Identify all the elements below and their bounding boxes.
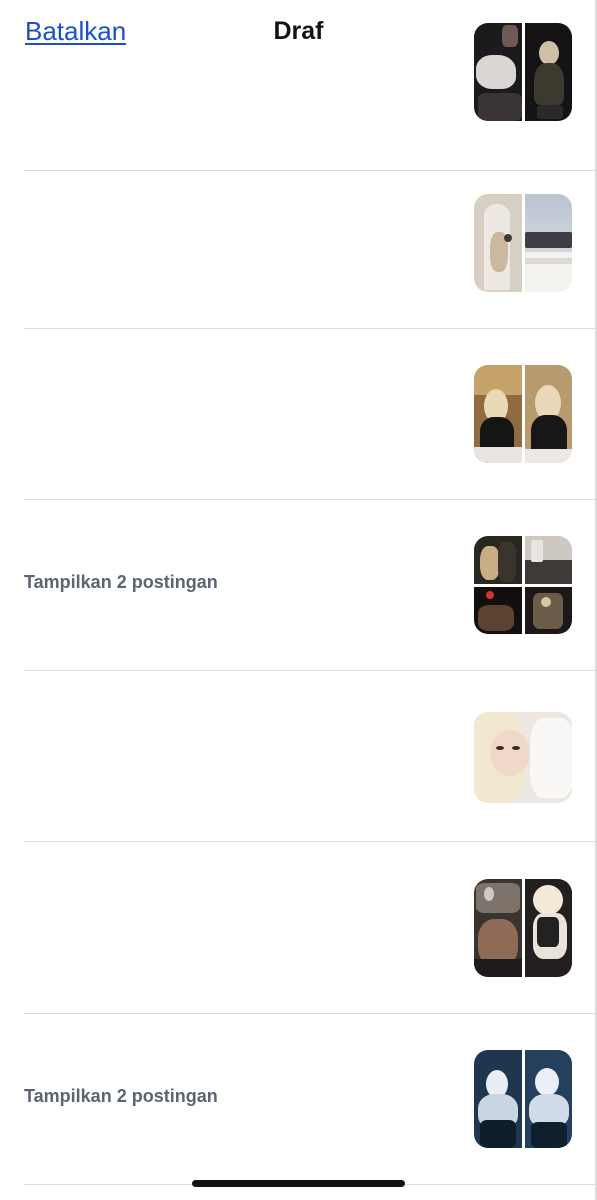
draft-item[interactable] <box>24 843 597 1014</box>
photo-tile <box>525 365 572 463</box>
photo-tile <box>474 365 522 463</box>
home-indicator[interactable] <box>192 1180 405 1187</box>
draft-thumbnail[interactable] <box>474 536 572 634</box>
draft-thumbnail[interactable] <box>474 365 572 463</box>
photo-tile <box>525 1050 572 1148</box>
draft-item[interactable] <box>24 671 597 842</box>
draft-thumbnail[interactable] <box>474 1050 572 1148</box>
photo-tile <box>525 587 572 634</box>
draft-item[interactable]: Tampilkan 2 postingan <box>24 500 597 671</box>
draft-item[interactable] <box>24 158 597 329</box>
photo-tile <box>474 1050 522 1148</box>
draft-item[interactable]: Tampilkan 2 postingan <box>24 1014 597 1185</box>
photo-tile <box>525 536 572 584</box>
photo-tile <box>474 23 522 121</box>
draft-label: Tampilkan 2 postingan <box>24 1086 218 1106</box>
photo-tile <box>474 879 522 977</box>
draft-thumbnail[interactable] <box>474 194 572 292</box>
photo-tile <box>525 23 572 121</box>
draft-item[interactable] <box>24 0 597 171</box>
draft-item[interactable] <box>24 329 597 500</box>
draft-thumbnail[interactable] <box>474 879 572 977</box>
draft-thumbnail[interactable] <box>474 23 572 121</box>
draft-thumbnail[interactable] <box>474 712 572 803</box>
photo-tile <box>525 194 572 292</box>
photo-tile <box>474 194 522 292</box>
photo-tile <box>474 587 522 634</box>
photo-tile <box>474 712 572 803</box>
photo-tile <box>525 879 572 977</box>
photo-tile <box>474 536 522 584</box>
draft-label: Tampilkan 2 postingan <box>24 572 218 592</box>
